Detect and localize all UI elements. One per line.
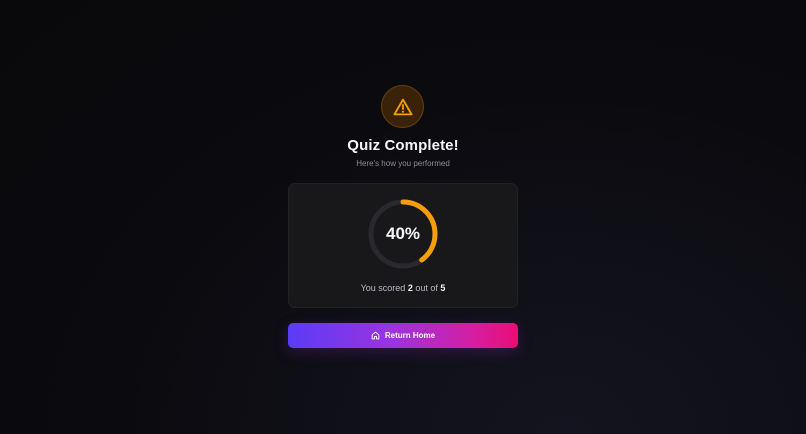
home-icon [371,331,380,340]
score-percent: 40% [385,224,421,243]
warning-badge [381,85,424,128]
score-total: 5 [440,283,446,293]
score-card: 40% You scored 2 out of 5 [288,183,518,308]
warning-triangle-icon [393,98,412,115]
return-home-button[interactable]: Return Home [288,323,518,348]
return-home-label: Return Home [384,331,436,340]
quiz-result-screen: Quiz Complete! Here's how you performed … [0,0,806,434]
score-correct: 2 [407,283,413,293]
score-summary: You scored 2 out of 5 [289,283,517,293]
score-middle: out of [415,283,438,293]
page-title: Quiz Complete! [347,137,459,154]
page-subtitle: Here's how you performed [356,159,450,168]
score-prefix: You scored [360,283,406,293]
